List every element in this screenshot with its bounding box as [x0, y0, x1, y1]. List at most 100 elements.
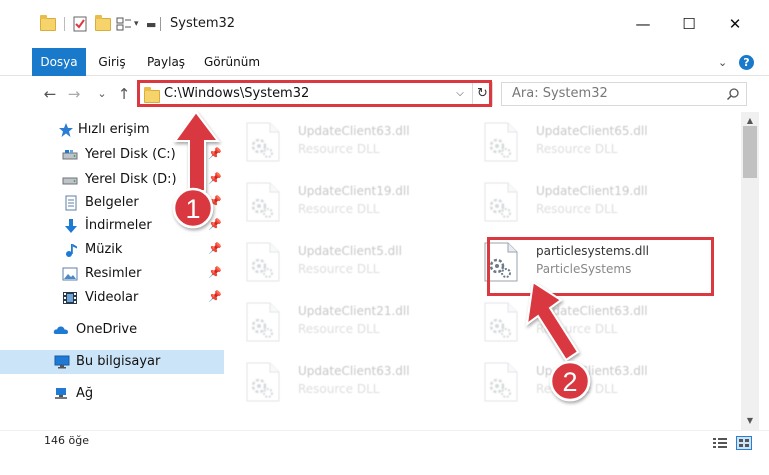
nav-item-downloads[interactable]: İndirmeler 📌: [0, 214, 224, 238]
quick-access-dropdown-icon[interactable]: ▾: [134, 0, 139, 48]
drive-icon: [62, 177, 78, 185]
file-item[interactable]: UpdateClient63.dll Resource DLL: [466, 294, 696, 350]
file-description: Resource DLL: [536, 382, 618, 396]
file-name: UpdateClient63.dll: [298, 124, 410, 138]
nav-item-label: Yerel Disk (C:): [85, 147, 176, 162]
nav-item-documents[interactable]: Belgeler 📌: [0, 191, 224, 215]
file-item[interactable]: UpdateClient19.dll Resource DLL: [228, 174, 458, 230]
tab-home[interactable]: Giriş: [90, 48, 134, 76]
scroll-down-icon[interactable]: ▼: [741, 414, 759, 428]
details-view-icon[interactable]: [712, 436, 728, 450]
file-description: Resource DLL: [536, 142, 618, 156]
dll-file-icon: [246, 122, 280, 162]
back-button[interactable]: ←: [40, 84, 60, 104]
star-icon: [59, 123, 73, 137]
nav-network[interactable]: Ağ: [0, 382, 224, 406]
vertical-scrollbar[interactable]: ▲ ▼: [741, 112, 759, 430]
file-item[interactable]: UpdateClient65.dll Resource DLL: [466, 114, 696, 170]
title-bar: ▾ ▬ System32 — ☐ ✕: [0, 0, 769, 48]
drive-icon: [62, 150, 78, 160]
file-name: UpdateClient65.dll: [536, 124, 648, 138]
file-name: UpdateClient63.dll: [536, 304, 648, 318]
up-button[interactable]: ↑: [114, 84, 134, 104]
file-item[interactable]: UpdateClient19.dll Resource DLL: [466, 174, 696, 230]
dll-file-icon: [246, 242, 280, 282]
file-item[interactable]: UpdateClient63.dll Resource DLL: [228, 114, 458, 170]
file-item[interactable]: UpdateClient63.dll Resource DLL: [466, 354, 696, 410]
item-count: 146 öğe: [44, 434, 89, 447]
dll-file-icon: [484, 302, 518, 342]
file-item[interactable]: UpdateClient63.dll Resource DLL: [228, 354, 458, 410]
nav-item-label: Belgeler: [85, 195, 139, 210]
file-description: Resource DLL: [298, 382, 380, 396]
file-item[interactable]: UpdateClient21.dll Resource DLL: [228, 294, 458, 350]
recent-locations-button[interactable]: ⌄: [92, 84, 112, 104]
nav-item-pictures[interactable]: Resimler 📌: [0, 262, 224, 286]
new-folder-icon[interactable]: [95, 0, 111, 48]
search-icon[interactable]: [726, 87, 740, 101]
nav-item-music[interactable]: Müzik 📌: [0, 238, 224, 262]
dll-file-icon: [246, 182, 280, 222]
close-button[interactable]: ✕: [712, 0, 758, 48]
dll-file-icon: [484, 362, 518, 402]
help-button[interactable]: ?: [739, 55, 754, 70]
pin-icon: 📌: [208, 172, 222, 185]
nav-quick-access-label: Hızlı erişim: [78, 122, 150, 137]
network-icon: [55, 388, 67, 399]
pictures-icon: [62, 267, 78, 281]
file-name: UpdateClient63.dll: [298, 364, 410, 378]
pin-icon: 📌: [208, 266, 222, 279]
dll-file-icon: [246, 362, 280, 402]
nav-item-local-disk-c[interactable]: Yerel Disk (C:) 📌: [0, 143, 224, 167]
file-description: Resource DLL: [298, 202, 380, 216]
nav-this-pc-label: Bu bilgisayar: [76, 354, 161, 369]
navigation-pane: Hızlı erişim Yerel Disk (C:) 📌 Yerel Dis…: [0, 112, 226, 430]
nav-item-label: Videolar: [85, 290, 139, 305]
file-name: UpdateClient19.dll: [536, 184, 648, 198]
pin-icon: 📌: [208, 242, 222, 255]
nav-quick-access[interactable]: Hızlı erişim: [0, 118, 224, 142]
folder-icon: [40, 0, 56, 48]
documents-icon: [65, 195, 77, 211]
title-divider: [160, 17, 161, 31]
nav-item-local-disk-d[interactable]: Yerel Disk (D:) 📌: [0, 168, 224, 192]
file-name: UpdateClient63.dll: [536, 364, 648, 378]
expand-ribbon-icon[interactable]: ⌄: [718, 56, 727, 69]
scroll-thumb[interactable]: [743, 126, 757, 178]
nav-onedrive[interactable]: OneDrive: [0, 318, 224, 342]
file-name: UpdateClient5.dll: [298, 244, 402, 258]
cloud-icon: [53, 326, 68, 334]
properties-icon[interactable]: [72, 0, 88, 48]
downloads-icon: [65, 219, 77, 233]
nav-item-videos[interactable]: Videolar 📌: [0, 286, 224, 310]
nav-item-label: İndirmeler: [85, 218, 152, 233]
status-bar: 146 öğe: [0, 430, 769, 475]
nav-item-label: Müzik: [85, 242, 123, 257]
search-input[interactable]: Ara: System32: [512, 83, 608, 105]
pin-icon: 📌: [208, 290, 222, 303]
nav-item-label: Yerel Disk (D:): [85, 172, 177, 187]
videos-icon: [63, 292, 77, 304]
file-description: Resource DLL: [536, 322, 618, 336]
forward-button[interactable]: →: [64, 84, 84, 104]
pin-icon: 📌: [208, 147, 222, 160]
search-box[interactable]: Ara: System32: [501, 82, 747, 106]
nav-onedrive-label: OneDrive: [76, 322, 138, 337]
tab-share[interactable]: Paylaş: [140, 48, 192, 76]
dll-file-icon: [246, 302, 280, 342]
pin-icon: 📌: [208, 218, 222, 231]
file-item[interactable]: UpdateClient5.dll Resource DLL: [228, 234, 458, 290]
file-description: Resource DLL: [298, 142, 380, 156]
tab-view[interactable]: Görünüm: [198, 48, 266, 76]
pin-icon: 📌: [208, 195, 222, 208]
nav-network-label: Ağ: [76, 386, 94, 401]
large-icons-view-icon[interactable]: [736, 436, 752, 450]
maximize-button[interactable]: ☐: [666, 0, 712, 48]
file-description: Resource DLL: [536, 202, 618, 216]
minimize-button[interactable]: —: [620, 0, 666, 48]
window-title: System32: [170, 16, 236, 31]
view-options-icon[interactable]: [116, 0, 132, 48]
nav-this-pc[interactable]: Bu bilgisayar: [0, 350, 224, 374]
customize-toolbar-icon[interactable]: ▬: [146, 0, 156, 48]
dll-file-icon: [484, 182, 518, 222]
